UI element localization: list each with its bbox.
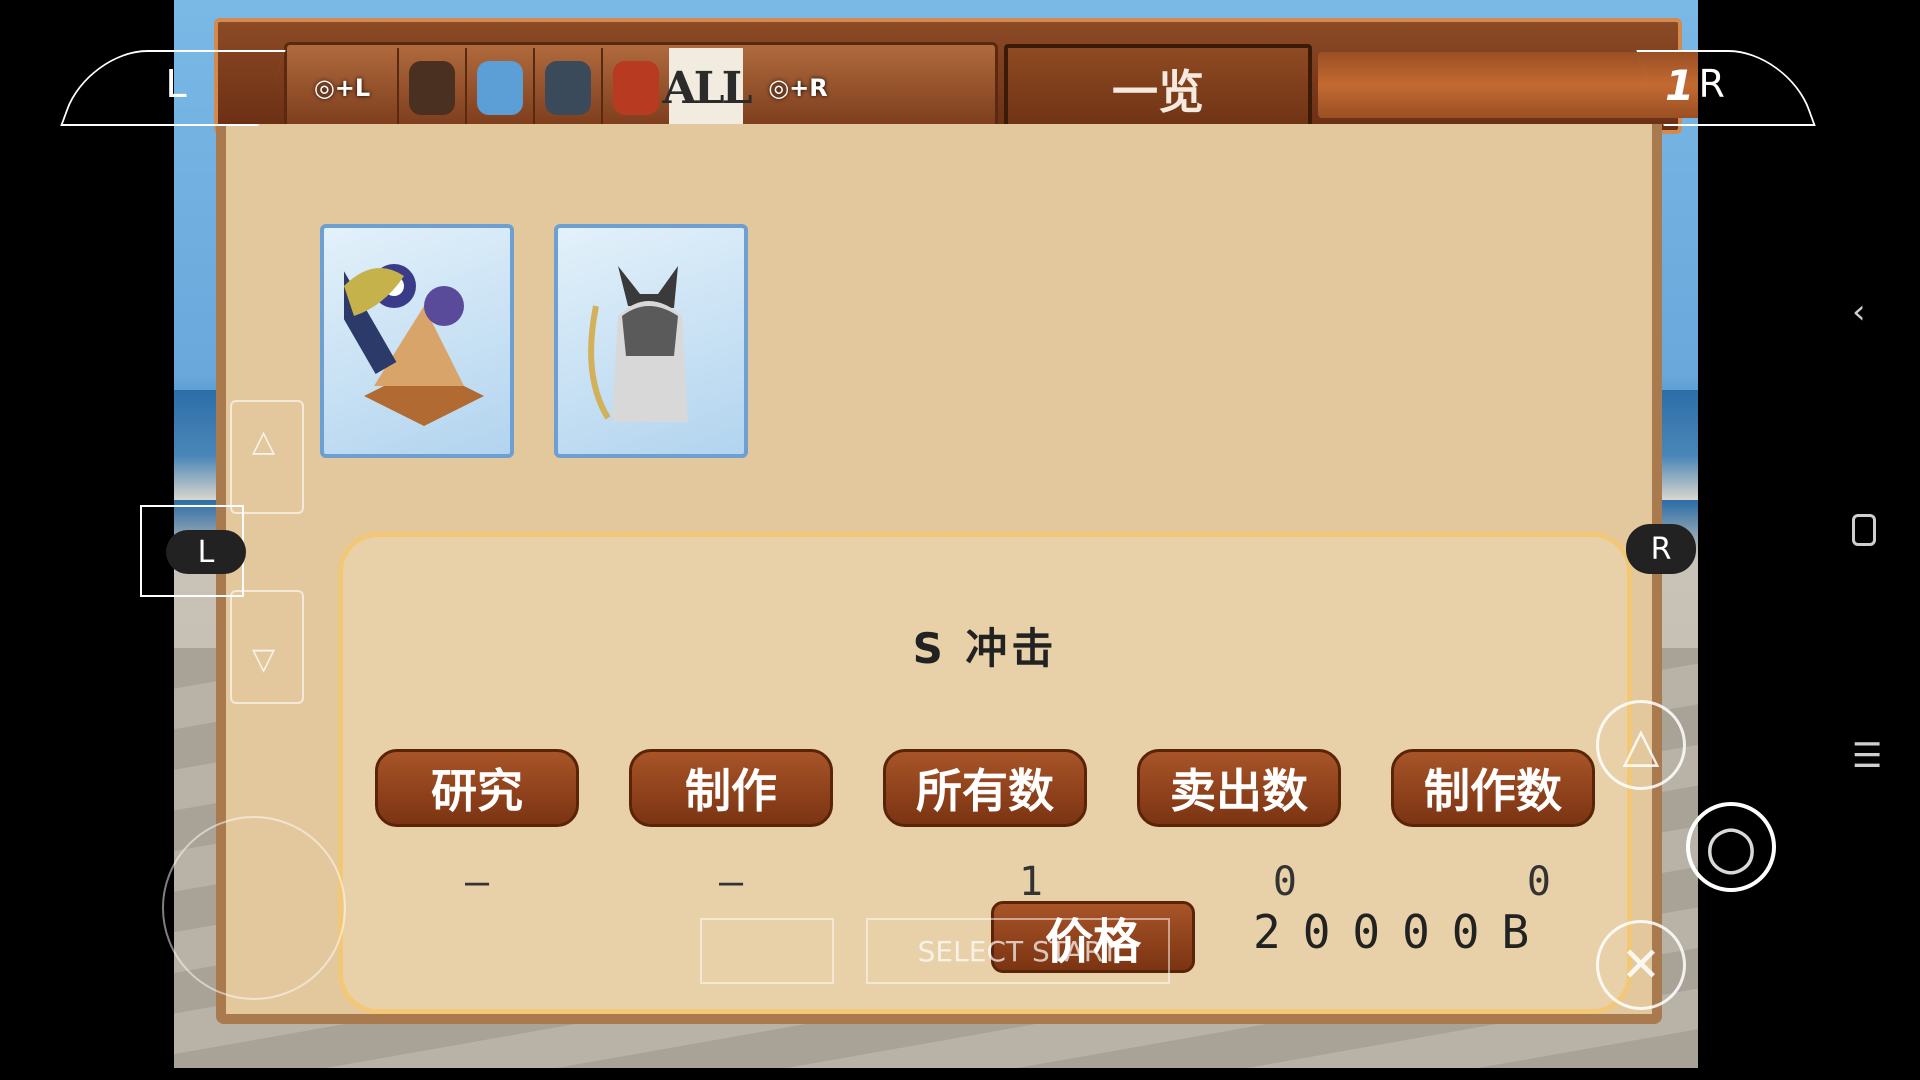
tab-all[interactable]: ALL — [663, 48, 753, 128]
select-start-frame — [700, 918, 834, 984]
r-small-button[interactable]: R — [1626, 524, 1696, 574]
stat-label-research: 研究 — [375, 749, 579, 827]
item-name: S 冲击 — [912, 624, 1058, 673]
stat-label-crafted: 制作数 — [1391, 749, 1595, 827]
gear-icon — [545, 61, 591, 115]
circle-button[interactable]: ○ — [1686, 802, 1776, 892]
home-nav-icon[interactable] — [1852, 514, 1876, 546]
l-shoulder-button[interactable]: L — [60, 50, 286, 126]
circle-icon: ○ — [1704, 812, 1758, 882]
dpad-down-button[interactable]: ▽ — [230, 590, 304, 704]
item-slot[interactable] — [320, 224, 514, 458]
tab-potions[interactable] — [465, 48, 533, 128]
stat-value-research: — — [464, 859, 490, 905]
stat-value-craft: — — [718, 859, 744, 905]
ship-cannon-model-icon — [344, 258, 484, 426]
select-start-button[interactable]: SELECT START — [866, 918, 1170, 984]
book-icon — [613, 61, 659, 115]
game-viewport: ◎+L ALL ◎+R 一览 1 / 1 — [174, 0, 1698, 1068]
l-shoulder-label: L — [165, 62, 187, 106]
triangle-icon: △ — [1622, 717, 1660, 773]
cross-button[interactable]: ✕ — [1596, 920, 1686, 1010]
l-small-button[interactable]: L — [166, 530, 246, 574]
menu-nav-icon[interactable]: ☰ — [1852, 736, 1882, 776]
r-shoulder-button[interactable]: R — [1636, 50, 1816, 126]
stat-value-owned: 1 — [1018, 859, 1043, 905]
dpad-up-button[interactable]: △ — [230, 400, 304, 514]
tab-gear[interactable] — [533, 48, 601, 128]
stat-value-sold: 0 — [1272, 859, 1297, 905]
cross-icon: ✕ — [1620, 937, 1662, 993]
triangle-button[interactable]: △ — [1596, 700, 1686, 790]
back-nav-icon[interactable]: ‹ — [1852, 292, 1866, 332]
top-menu-bar: ◎+L ALL ◎+R 一览 1 / 1 — [214, 18, 1698, 134]
inventory-panel: S 冲击 研究 制作 所有数 卖出数 制作数 — — 1 0 0 价格 2000… — [216, 124, 1662, 1024]
stat-label-owned: 所有数 — [883, 749, 1087, 827]
prev-tab-hint[interactable]: ◎+L — [287, 48, 397, 128]
potion-icon — [477, 61, 523, 115]
wolf-beast-portrait-icon — [588, 266, 688, 422]
r-shoulder-label: R — [1698, 62, 1725, 106]
category-tabs: ◎+L ALL ◎+R — [284, 42, 998, 134]
next-tab-hint[interactable]: ◎+R — [743, 48, 853, 128]
page-title: 一览 — [1004, 44, 1312, 134]
tab-books[interactable] — [601, 48, 669, 128]
tab-bags[interactable] — [397, 48, 465, 128]
bag-icon — [409, 61, 455, 115]
analog-stick[interactable] — [162, 816, 346, 1000]
stat-label-craft: 制作 — [629, 749, 833, 827]
price-value: 20000B — [1253, 905, 1552, 959]
stat-label-sold: 卖出数 — [1137, 749, 1341, 827]
item-slot[interactable] — [554, 224, 748, 458]
stat-value-crafted: 0 — [1526, 859, 1551, 905]
